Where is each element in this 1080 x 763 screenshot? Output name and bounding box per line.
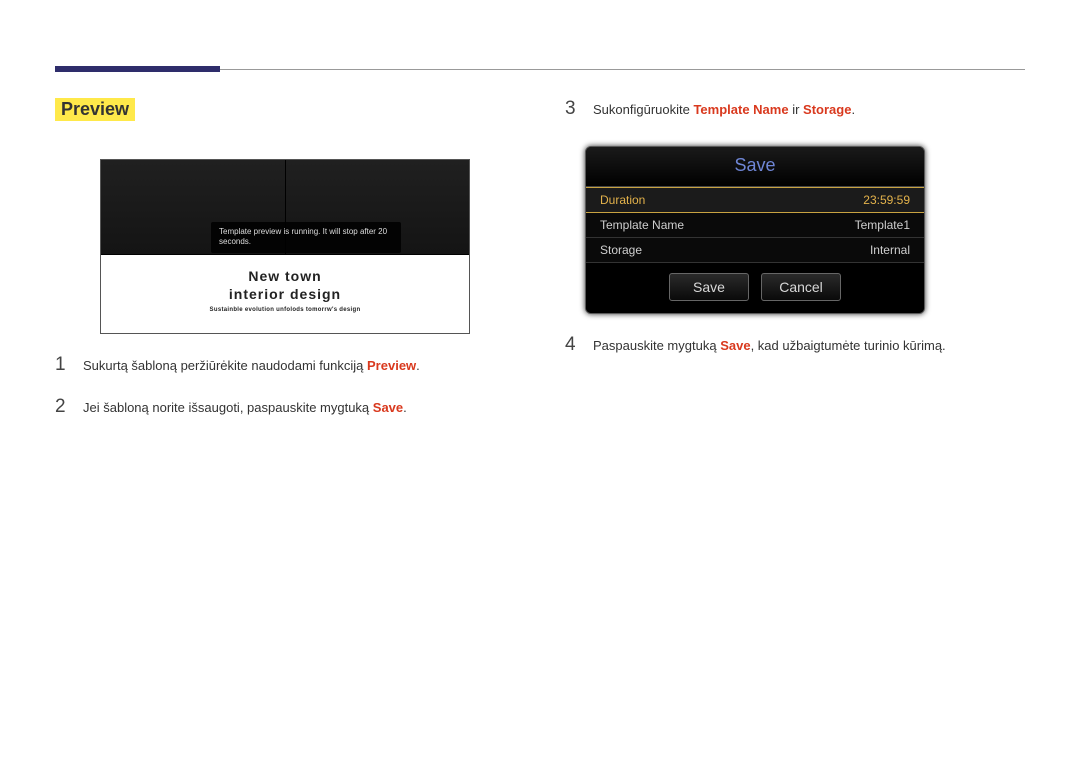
step-number: 2 (55, 396, 67, 418)
preview-bottom-area: New town interior design Sustainble evol… (101, 255, 469, 333)
cancel-button[interactable]: Cancel (761, 273, 841, 301)
step-post: . (851, 102, 855, 117)
row-value: Internal (870, 243, 910, 257)
row-label: Template Name (600, 218, 684, 232)
preview-title-line1: New town (101, 268, 469, 286)
dialog-row-duration[interactable]: Duration 23:59:59 (586, 187, 924, 213)
step-4: 4 Paspauskite mygtuką Save, kad užbaigtu… (565, 334, 1025, 356)
step-number: 3 (565, 98, 577, 120)
row-label: Storage (600, 243, 642, 257)
step-2: 2 Jei šabloną norite išsaugoti, paspausk… (55, 396, 515, 418)
step-number: 4 (565, 334, 577, 356)
keyword: Save (720, 338, 750, 353)
step-text: Sukonfigūruokite Template Name ir Storag… (593, 101, 855, 119)
header-accent-bar (55, 66, 220, 72)
row-label: Duration (600, 193, 645, 207)
dialog-title: Save (586, 147, 924, 186)
step-mid: ir (789, 102, 803, 117)
keyword: Preview (367, 358, 416, 373)
header-rule (55, 40, 1025, 70)
step-text: Paspauskite mygtuką Save, kad užbaigtumė… (593, 337, 946, 355)
step-post: , kad užbaigtumėte turinio kūrimą. (751, 338, 946, 353)
step-pre: Sukonfigūruokite (593, 102, 693, 117)
step-number: 1 (55, 354, 67, 376)
step-post: . (403, 400, 407, 415)
keyword: Template Name (693, 102, 788, 117)
save-dialog: Save Duration 23:59:59 Template Name Tem… (585, 146, 925, 314)
step-1: 1 Sukurtą šabloną peržiūrėkite naudodami… (55, 354, 515, 376)
dialog-row-storage[interactable]: Storage Internal (586, 238, 924, 263)
preview-subtitle: Sustainble evolution unfolods tomorrw's … (101, 307, 469, 313)
dialog-row-template-name[interactable]: Template Name Template1 (586, 213, 924, 238)
keyword: Save (373, 400, 403, 415)
row-value: 23:59:59 (863, 193, 910, 207)
step-post: . (416, 358, 420, 373)
step-pre: Paspauskite mygtuką (593, 338, 720, 353)
step-3: 3 Sukonfigūruokite Template Name ir Stor… (565, 98, 1025, 120)
section-title: Preview (55, 98, 135, 121)
preview-title-line2: interior design (101, 286, 469, 304)
step-pre: Sukurtą šabloną peržiūrėkite naudodami f… (83, 358, 367, 373)
dialog-actions: Save Cancel (586, 263, 924, 313)
dialog-rows: Duration 23:59:59 Template Name Template… (586, 186, 924, 263)
step-pre: Jei šabloną norite išsaugoti, paspauskit… (83, 400, 373, 415)
save-button[interactable]: Save (669, 273, 749, 301)
step-text: Sukurtą šabloną peržiūrėkite naudodami f… (83, 357, 420, 375)
preview-screenshot: Template preview is running. It will sto… (100, 159, 470, 334)
preview-tooltip: Template preview is running. It will sto… (211, 222, 401, 253)
row-value: Template1 (855, 218, 910, 232)
step-text: Jei šabloną norite išsaugoti, paspauskit… (83, 399, 407, 417)
keyword: Storage (803, 102, 851, 117)
